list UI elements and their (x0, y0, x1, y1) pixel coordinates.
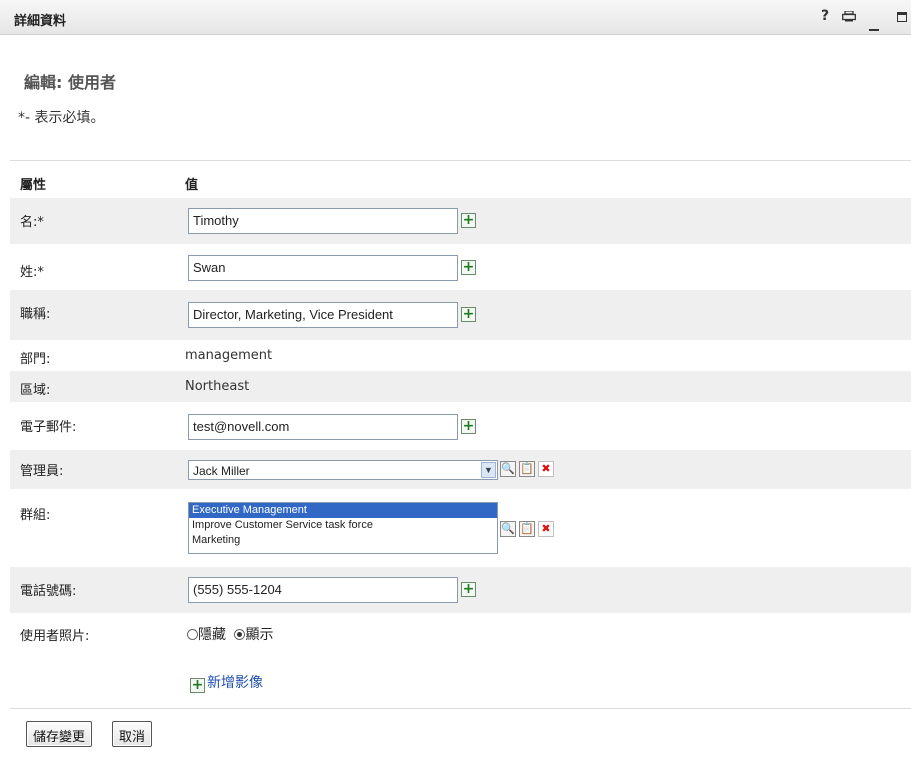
first-name-input[interactable]: Timothy (188, 208, 458, 234)
row-groups: 群組: Executive Management Improve Custome… (10, 489, 911, 567)
job-title-input[interactable]: Director, Marketing, Vice President (188, 302, 458, 328)
history-icon[interactable]: 📋 (519, 461, 535, 477)
department-label: 部門: (20, 352, 51, 367)
last-name-label: 姓:* (20, 265, 44, 280)
required-note: *- 表示必填。 (18, 110, 105, 126)
divider (10, 160, 911, 161)
hide-radio-label: 隱藏 (198, 627, 226, 643)
title-bar: 詳細資料 ? (0, 0, 911, 35)
row-last-name: 姓:* Swan + (10, 244, 911, 290)
manager-label: 管理員: (20, 464, 64, 479)
show-radio[interactable] (234, 629, 246, 640)
last-name-input[interactable]: Swan (188, 255, 458, 281)
row-department: 部門: management (10, 340, 911, 371)
phone-input[interactable]: (555) 555-1204 (188, 577, 458, 603)
photo-label: 使用者照片: (20, 629, 90, 644)
region-value: Northeast (185, 379, 250, 394)
add-email-plus-icon[interactable]: + (461, 419, 476, 434)
row-manager: 管理員: Jack Miller ▼ 🔍 📋 ✖ (10, 450, 911, 489)
show-radio-label: 顯示 (245, 627, 274, 643)
list-item[interactable]: Improve Customer Service task force (189, 518, 497, 533)
groups-label: 群組: (20, 508, 51, 523)
add-image-label: 新增影像 (207, 675, 263, 691)
search-icon[interactable]: 🔍 (500, 461, 516, 477)
maximize-icon[interactable] (897, 10, 907, 26)
email-label: 電子郵件: (20, 420, 77, 435)
delete-icon[interactable]: ✖ (538, 521, 554, 537)
add-job-title-plus-icon[interactable]: + (461, 307, 476, 322)
department-value: management (185, 348, 273, 363)
list-item[interactable]: Executive Management (189, 503, 497, 518)
printer-icon[interactable] (842, 10, 856, 26)
first-name-label: 名:* (20, 215, 44, 230)
add-first-name-plus-icon[interactable]: + (461, 213, 476, 228)
row-phone: 電話號碼: (555) 555-1204 + (10, 567, 911, 613)
help-icon[interactable]: ? (821, 8, 829, 24)
window-title: 詳細資料 (14, 14, 67, 29)
add-phone-plus-icon[interactable]: + (461, 582, 476, 597)
minimize-icon[interactable] (869, 19, 879, 35)
add-image-plus-icon: + (190, 677, 205, 693)
manager-selected-value: Jack Miller (193, 464, 250, 478)
search-icon[interactable]: 🔍 (500, 521, 516, 537)
photo-visibility-options: 隱藏 顯示 (187, 624, 273, 644)
groups-listbox[interactable]: Executive Management Improve Customer Se… (188, 502, 498, 554)
form-title: 編輯: 使用者 (24, 73, 116, 92)
cancel-button[interactable]: 取消 (112, 721, 153, 747)
email-input[interactable]: test@novell.com (188, 414, 458, 440)
row-photo: 使用者照片: 隱藏 顯示 (10, 613, 911, 708)
divider (10, 708, 911, 709)
save-button[interactable]: 儲存變更 (26, 721, 93, 747)
region-label: 區域: (20, 383, 51, 398)
delete-icon[interactable]: ✖ (538, 461, 554, 477)
attribute-column-header: 屬性 (20, 178, 47, 193)
history-icon[interactable]: 📋 (519, 521, 535, 537)
list-item[interactable]: Marketing (189, 533, 497, 548)
chevron-down-icon[interactable]: ▼ (481, 462, 496, 478)
row-email: 電子郵件: test@novell.com + (10, 402, 911, 450)
add-image-link[interactable]: + 新增影像 (190, 672, 263, 693)
job-title-label: 職稱: (20, 307, 51, 322)
row-job-title: 職稱: Director, Marketing, Vice President … (10, 290, 911, 340)
value-column-header: 值 (185, 178, 199, 193)
manager-select[interactable]: Jack Miller ▼ (188, 460, 498, 480)
add-last-name-plus-icon[interactable]: + (461, 260, 476, 275)
row-first-name: 名:* Timothy + (10, 198, 911, 244)
phone-label: 電話號碼: (20, 584, 77, 599)
row-region: 區域: Northeast (10, 371, 911, 402)
hide-radio[interactable] (187, 629, 198, 640)
